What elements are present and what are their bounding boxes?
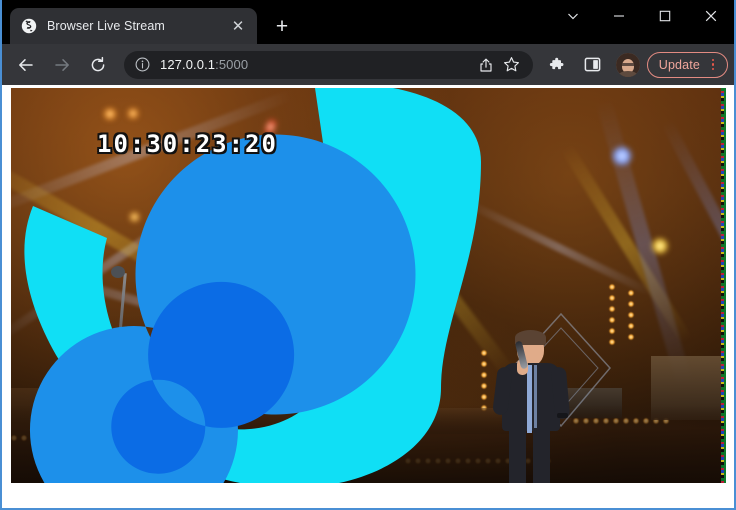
tab-search-chevron-down-icon[interactable] bbox=[550, 0, 596, 32]
jacket-stripe bbox=[534, 365, 537, 433]
menu-dot bbox=[711, 58, 715, 62]
singer-leg bbox=[509, 428, 526, 483]
stage-light-glow bbox=[651, 238, 669, 254]
new-tab-button[interactable]: + bbox=[267, 11, 297, 41]
avatar-body bbox=[618, 70, 637, 77]
stage-light-glow bbox=[127, 108, 139, 119]
close-icon[interactable] bbox=[688, 0, 734, 32]
address-bar-url: 127.0.0.1:5000 bbox=[160, 57, 469, 72]
singer-leg bbox=[205, 441, 216, 483]
singer-leg bbox=[185, 441, 196, 483]
side-panel-icon[interactable] bbox=[578, 50, 608, 80]
tab-strip: Browser Live Stream ✕ + bbox=[2, 0, 734, 44]
tab-close-icon[interactable]: ✕ bbox=[227, 15, 249, 37]
address-bar[interactable]: 127.0.0.1:5000 bbox=[124, 50, 533, 79]
stage-bulb-row bbox=[271, 228, 305, 234]
stage-light-glow bbox=[295, 210, 307, 221]
video-stream[interactable]: 10:30:23:20 bbox=[11, 88, 726, 483]
stage-light-glow bbox=[611, 146, 633, 166]
info-circle-icon[interactable] bbox=[133, 56, 151, 74]
stage-light-glow bbox=[311, 323, 327, 338]
stage-bulb-row bbox=[252, 338, 300, 344]
singer-arm bbox=[550, 366, 571, 420]
menu-dot bbox=[711, 67, 715, 71]
extensions-puzzle-icon[interactable] bbox=[542, 50, 572, 80]
stage-bulb-column bbox=[481, 350, 487, 411]
microphone-stand-head bbox=[111, 266, 125, 278]
reload-icon[interactable] bbox=[83, 50, 113, 80]
tab-browser-live-stream[interactable]: Browser Live Stream ✕ bbox=[10, 8, 257, 44]
avatar-glasses bbox=[621, 62, 634, 66]
stage-bulb-column bbox=[628, 290, 634, 340]
female-singer bbox=[147, 248, 257, 483]
stage-floor bbox=[11, 405, 726, 483]
window-caption-buttons bbox=[550, 0, 734, 32]
male-singer bbox=[491, 330, 577, 483]
jacket-stripe bbox=[527, 365, 532, 433]
video-edge-line bbox=[724, 88, 726, 483]
singer-face bbox=[187, 259, 212, 291]
browser-toolbar: 127.0.0.1:5000 Update bbox=[2, 44, 734, 85]
tab-strip-spacer bbox=[2, 0, 10, 44]
forward-arrow-icon[interactable] bbox=[47, 50, 77, 80]
minimize-icon[interactable] bbox=[596, 0, 642, 32]
stage-light-glow bbox=[103, 108, 117, 120]
avatar[interactable] bbox=[615, 52, 640, 77]
maximize-icon[interactable] bbox=[642, 0, 688, 32]
singer-skirt bbox=[171, 366, 231, 444]
omnibox-action-icons bbox=[473, 52, 525, 78]
back-arrow-icon[interactable] bbox=[11, 50, 41, 80]
timecode-overlay: 10:30:23:20 bbox=[97, 130, 278, 158]
stage-light-glow bbox=[129, 212, 140, 222]
url-port: :5000 bbox=[215, 57, 249, 72]
menu-dot bbox=[711, 63, 715, 66]
stage-light-glow bbox=[316, 206, 327, 216]
share-icon[interactable] bbox=[473, 52, 499, 78]
singer-leg bbox=[533, 428, 550, 483]
stage-bulb-row bbox=[385, 298, 439, 304]
url-host: 127.0.0.1 bbox=[160, 57, 216, 72]
browser-window: Browser Live Stream ✕ + 127.0.0.1:5000 U… bbox=[0, 0, 736, 510]
bookmark-star-icon[interactable] bbox=[499, 52, 525, 78]
singer-watch bbox=[557, 413, 568, 418]
chrome-menu-icon[interactable] bbox=[705, 56, 721, 74]
page-content: 10:30:23:20 bbox=[2, 85, 734, 508]
tab-title: Browser Live Stream bbox=[47, 19, 165, 33]
globe-icon bbox=[21, 18, 37, 34]
update-button[interactable]: Update bbox=[646, 51, 728, 78]
update-button-label: Update bbox=[658, 57, 700, 72]
